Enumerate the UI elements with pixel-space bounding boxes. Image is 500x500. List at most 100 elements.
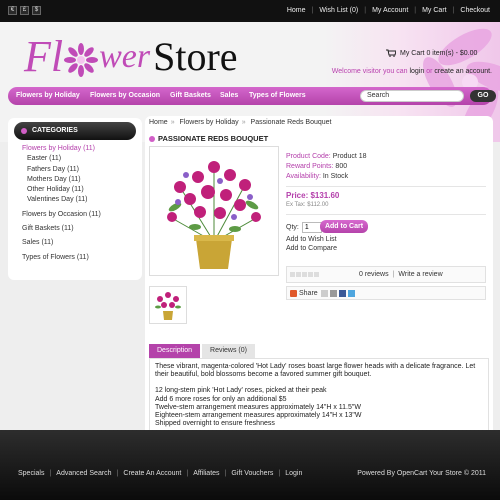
product-code-label: Product Code: — [286, 153, 331, 160]
top-bar: € £ $ Home | Wish List (0) | My Account | M… — [0, 0, 500, 22]
availability-label: Availability: — [286, 173, 321, 180]
twitter-icon[interactable] — [347, 289, 355, 297]
reward-points-value: 800 — [335, 163, 348, 170]
welcome-or-text: or — [426, 68, 433, 75]
product-code-value: Product 18 — [332, 153, 367, 160]
quantity-label: Qty: — [286, 224, 299, 231]
top-links: Home | Wish List (0) | My Account | My Cart… — [286, 7, 490, 14]
facebook-icon[interactable] — [338, 289, 346, 297]
description-line: Add 6 more roses for only an additional … — [155, 395, 287, 403]
write-review-link[interactable]: Write a review — [398, 271, 442, 278]
product-main-image[interactable] — [149, 146, 279, 276]
quantity-input[interactable] — [301, 222, 322, 233]
add-to-cart-button[interactable]: Add to Cart — [320, 220, 368, 233]
share-icon — [290, 289, 297, 297]
mini-cart[interactable]: My Cart 0 item(s) - $0.00 — [386, 49, 477, 57]
category-gift-baskets[interactable]: Gift Baskets (11) — [22, 224, 142, 234]
print-icon[interactable] — [329, 289, 337, 297]
email-icon[interactable] — [320, 289, 328, 297]
footer-link-create-account[interactable]: Create An Account — [123, 470, 181, 477]
reviews-count-link[interactable]: 0 reviews — [359, 271, 389, 278]
footer-link-specials[interactable]: Specials — [18, 470, 44, 477]
tab-description[interactable]: Description — [149, 344, 201, 358]
add-to-compare-link[interactable]: Add to Compare — [286, 245, 337, 252]
rating-star-icon — [314, 272, 319, 277]
product-tabs: Description Reviews (0) — [149, 344, 257, 358]
nav-gift-baskets[interactable]: Gift Baskets — [170, 92, 211, 99]
currency-euro-button[interactable]: € — [8, 6, 17, 15]
category-mothers-day[interactable]: Mothers Day (11) — [22, 175, 142, 185]
top-link-cart[interactable]: My Cart — [422, 7, 447, 14]
rating-star-icon — [290, 272, 295, 277]
category-easter[interactable]: Easter (11) — [22, 154, 142, 164]
product-thumbnail[interactable] — [149, 286, 187, 324]
category-list: Flowers by Holiday (11) Easter (11) Fath… — [22, 144, 142, 263]
top-link-account[interactable]: My Account — [372, 7, 408, 14]
footer-link-affiliates[interactable]: Affiliates — [193, 470, 219, 477]
create-account-link[interactable]: create an account. — [434, 68, 492, 75]
bullet-icon — [21, 128, 27, 134]
breadcrumb-current[interactable]: Passionate Reds Bouquet — [251, 119, 332, 126]
quantity-group: Qty: — [286, 222, 322, 233]
logo-text-part1: Fl — [24, 32, 64, 81]
store-logo[interactable]: Fl wer Store — [24, 32, 238, 82]
share-box: Share — [286, 286, 486, 300]
top-link-home[interactable]: Home — [287, 7, 306, 14]
divider — [286, 214, 486, 215]
logo-flower-icon — [64, 43, 99, 77]
bouquet-thumbnail-image — [155, 292, 181, 320]
footer-link-login[interactable]: Login — [285, 470, 302, 477]
nav-sales[interactable]: Sales — [220, 92, 238, 99]
product-panel: Home» Flowers by Holiday» Passionate Red… — [145, 116, 493, 446]
logo-text-part2: wer — [99, 38, 151, 75]
breadcrumb-home[interactable]: Home — [149, 119, 168, 126]
category-fathers-day[interactable]: Fathers Day (11) — [22, 165, 142, 175]
logo-text-part3: Store — [153, 34, 238, 79]
product-info: Product Code: Product 18 Reward Points: … — [286, 152, 367, 182]
footer — [0, 430, 500, 500]
powered-by-text: Powered By OpenCart Your Store © 2011 — [357, 470, 486, 477]
description-line: Shipped overnight to ensure freshness — [155, 420, 275, 428]
rating-star-icon — [308, 272, 313, 277]
category-sales[interactable]: Sales (11) — [22, 238, 142, 248]
breadcrumb-category[interactable]: Flowers by Holiday — [180, 119, 239, 126]
description-line: 12 long-stem pink 'Hot Lady' roses, pick… — [155, 387, 327, 395]
availability-value: In Stock — [322, 173, 349, 180]
product-title-text: PASSIONATE REDS BOUQUET — [158, 134, 269, 143]
category-flowers-by-holiday[interactable]: Flowers by Holiday (11) — [22, 144, 142, 154]
description-line: Twelve-stem arrangement measures approxi… — [155, 403, 361, 411]
categories-heading: CATEGORIES — [14, 122, 136, 140]
nav-flowers-by-holiday[interactable]: Flowers by Holiday — [16, 92, 80, 99]
rating-star-icon — [296, 272, 301, 277]
footer-link-gift-vouchers[interactable]: Gift Vouchers — [231, 470, 273, 477]
review-box: 0 reviews | Write a review — [286, 266, 486, 283]
nav-types-of-flowers[interactable]: Types of Flowers — [249, 92, 306, 99]
footer-link-advanced-search[interactable]: Advanced Search — [56, 470, 111, 477]
search-input[interactable]: Search — [360, 90, 464, 102]
welcome-message: Welcome visitor you can login or create … — [332, 68, 492, 75]
tab-reviews[interactable]: Reviews (0) — [202, 344, 255, 358]
footer-links: Specials | Advanced Search | Create An Acc… — [18, 470, 303, 477]
top-link-checkout[interactable]: Checkout — [460, 7, 490, 14]
top-link-wishlist[interactable]: Wish List (0) — [319, 7, 358, 14]
categories-heading-text: CATEGORIES — [32, 127, 78, 134]
category-flowers-by-occasion[interactable]: Flowers by Occasion (11) — [22, 210, 142, 220]
currency-dollar-button[interactable]: $ — [32, 6, 41, 15]
add-to-wishlist-link[interactable]: Add to Wish List — [286, 236, 337, 243]
login-link[interactable]: login — [409, 68, 424, 75]
category-types-of-flowers[interactable]: Types of Flowers (11) — [22, 253, 142, 263]
description-line: Eighteen-stem arrangement measures appro… — [155, 412, 362, 420]
currency-pound-button[interactable]: £ — [20, 6, 29, 15]
main-nav: Flowers by Holiday Flowers by Occasion G… — [8, 87, 496, 105]
search-go-button[interactable]: GO — [470, 90, 496, 102]
sidebar: CATEGORIES Flowers by Holiday (11) Easte… — [8, 118, 142, 280]
bullet-icon — [149, 135, 155, 142]
product-title: PASSIONATE REDS BOUQUET — [149, 134, 268, 143]
category-other-holiday[interactable]: Other Holiday (11) — [22, 185, 142, 195]
cart-summary-text: My Cart 0 item(s) - $0.00 — [400, 49, 478, 57]
cart-icon — [386, 49, 396, 57]
product-description: These vibrant, magenta-colored 'Hot Lady… — [149, 358, 489, 436]
share-link[interactable]: Share — [299, 290, 318, 297]
category-valentines-day[interactable]: Valentines Day (11) — [22, 195, 142, 205]
nav-flowers-by-occasion[interactable]: Flowers by Occasion — [90, 92, 160, 99]
